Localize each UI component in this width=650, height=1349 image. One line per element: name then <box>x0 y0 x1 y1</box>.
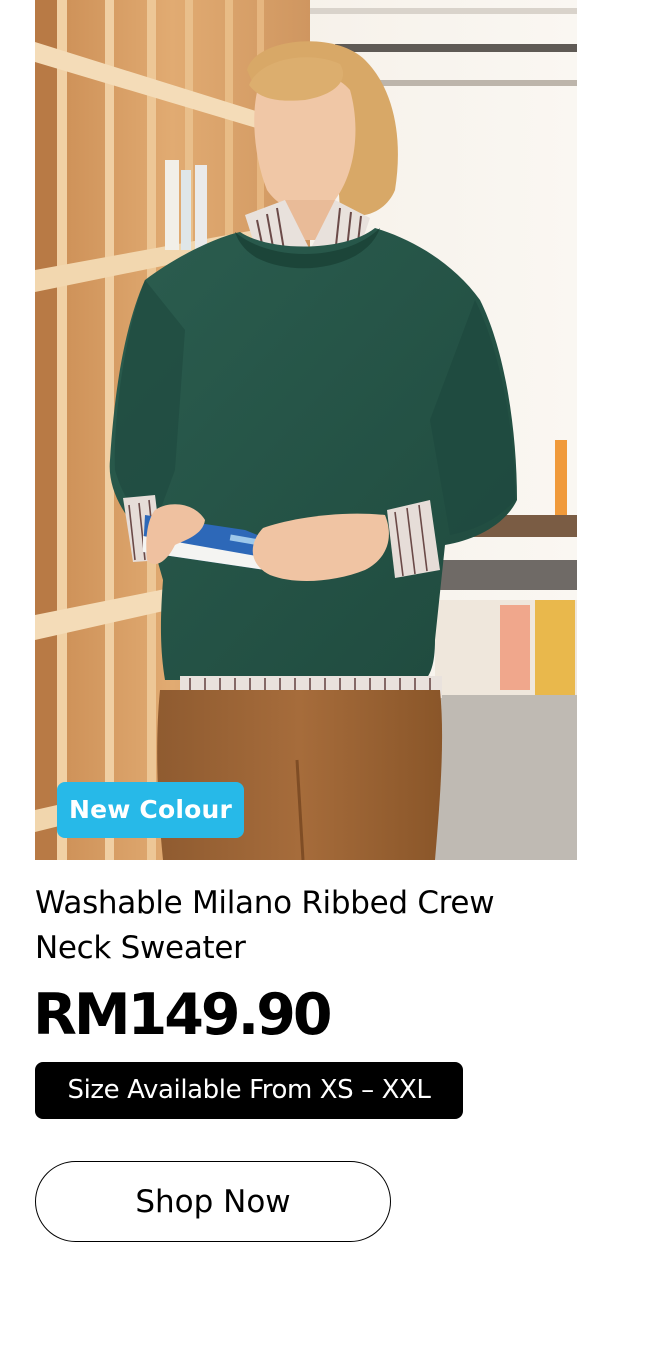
product-name[interactable]: Washable Milano Ribbed Crew Neck Sweater <box>35 881 505 971</box>
new-colour-badge: New Colour <box>57 782 244 838</box>
product-photo-illustration <box>35 0 577 860</box>
shop-now-button[interactable]: Shop Now <box>35 1161 391 1242</box>
product-price: RM149.90 <box>33 982 333 1048</box>
size-availability-label: Size Available From XS – XXL <box>35 1062 463 1119</box>
product-card[interactable]: New Colour Washable Milano Ribbed Crew N… <box>0 0 650 1349</box>
product-image[interactable] <box>35 0 577 860</box>
